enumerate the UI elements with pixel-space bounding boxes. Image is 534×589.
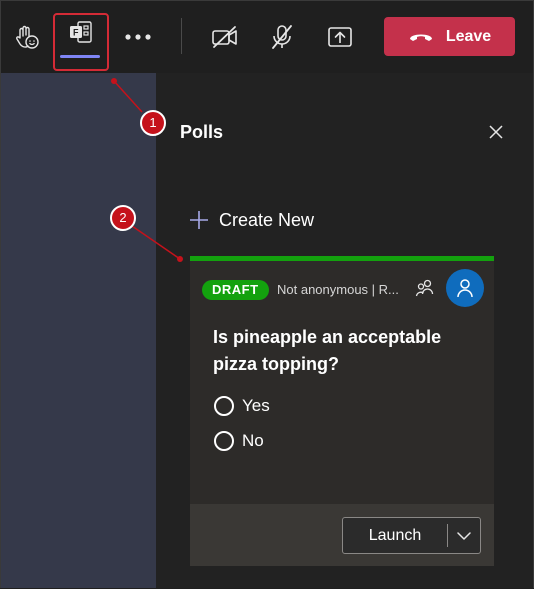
toolbar-divider [181, 18, 182, 54]
panel-title: Polls [180, 122, 224, 142]
callout-2: 2 [110, 205, 136, 231]
status-badge: DRAFT [202, 280, 269, 300]
chevron-down-icon [457, 531, 471, 540]
launch-options-dropdown[interactable] [448, 518, 480, 553]
people-icon[interactable] [415, 278, 435, 298]
poll-card-footer: Launch [190, 504, 494, 566]
hang-up-icon [409, 34, 432, 41]
mic-off-icon [272, 25, 292, 49]
poll-option-label: Yes [242, 396, 270, 415]
svg-text:F: F [73, 28, 79, 38]
meeting-stage [1, 73, 156, 588]
launch-split-button: Launch [342, 517, 481, 554]
leave-button[interactable]: Leave [384, 17, 515, 56]
poll-card-accent-bar [190, 256, 494, 261]
close-icon [489, 125, 503, 139]
callout-1: 1 [140, 110, 166, 136]
mic-toggle-button[interactable] [256, 13, 308, 61]
poll-meta-text: Not anonymous | R... [277, 282, 399, 297]
poll-question: Is pineapple an acceptable pizza topping… [213, 327, 442, 374]
raise-hand-button[interactable] [1, 13, 53, 61]
create-new-poll-button[interactable]: Create New [189, 205, 314, 235]
more-dots-icon [125, 34, 151, 40]
poll-option-label: No [242, 431, 264, 450]
active-tab-indicator [60, 55, 100, 58]
radio-button[interactable] [214, 396, 234, 416]
share-tray-icon [328, 27, 352, 47]
person-icon [457, 279, 473, 298]
plus-icon [190, 211, 208, 229]
more-options-button[interactable] [112, 13, 164, 61]
raise-hand-icon [16, 25, 39, 49]
close-panel-button[interactable] [485, 121, 507, 143]
share-button[interactable] [314, 13, 366, 61]
radio-button[interactable] [214, 431, 234, 451]
meeting-toolbar: F Leave [1, 1, 533, 73]
poll-card: DRAFT Not anonymous | R... Is pineapple … [190, 256, 494, 566]
avatar [446, 269, 484, 307]
apps-button[interactable]: F [55, 13, 107, 61]
create-new-label: Create New [219, 209, 315, 230]
forms-app-icon: F [70, 21, 92, 43]
poll-option-no[interactable]: No [214, 431, 264, 451]
launch-button[interactable]: Launch [343, 518, 447, 553]
poll-option-yes[interactable]: Yes [214, 396, 270, 416]
leave-label: Leave [445, 27, 492, 45]
camera-toggle-button[interactable] [199, 13, 251, 61]
camera-off-icon [212, 26, 237, 48]
